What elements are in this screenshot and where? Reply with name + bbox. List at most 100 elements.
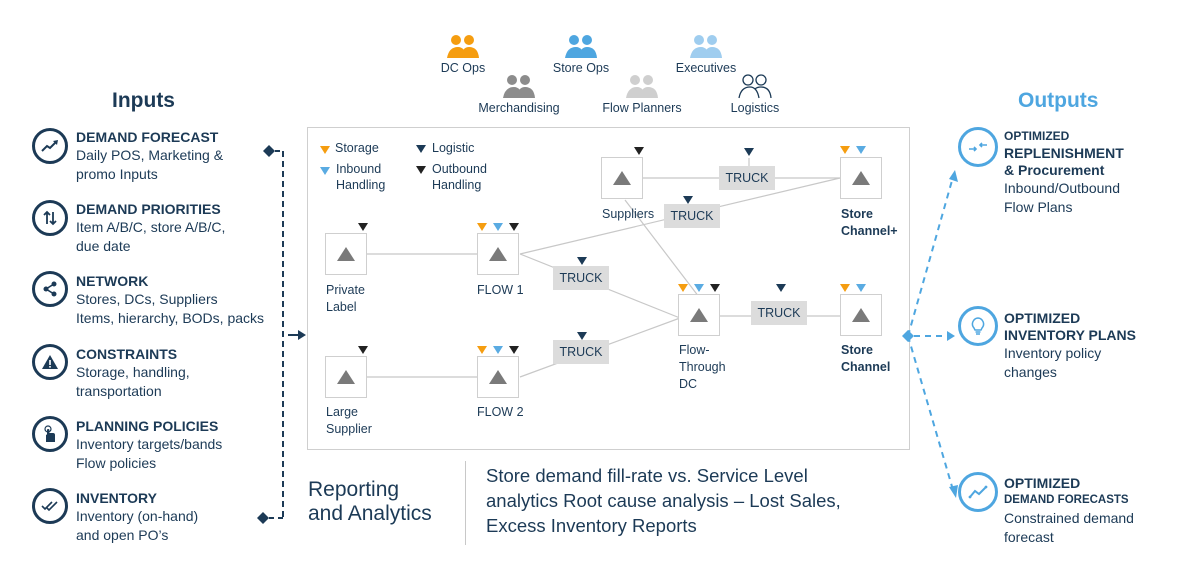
outputs-connector <box>902 170 958 498</box>
lightbulb-icon <box>971 317 985 335</box>
output-desc: forecast <box>1004 529 1054 545</box>
output-icon-replenishment <box>958 127 998 167</box>
outbound-marker <box>358 346 368 354</box>
outbound-marker <box>509 346 519 354</box>
inbound-marker <box>493 346 503 354</box>
reporting-title: Reporting and Analytics <box>308 478 432 526</box>
label-line: Supplier <box>326 422 372 436</box>
output-desc: Flow Plans <box>1004 199 1073 215</box>
output-desc: changes <box>1004 364 1057 380</box>
logistic-marker <box>776 284 786 292</box>
logistic-marker <box>683 196 693 204</box>
node-triangle-icon <box>690 308 708 322</box>
reporting-line: Store demand fill-rate vs. Service Level <box>486 465 808 486</box>
logistic-marker <box>577 257 587 265</box>
output-icon-demand-forecasts <box>958 472 998 512</box>
outbound-marker <box>710 284 720 292</box>
node-triangle-icon <box>489 247 507 261</box>
arrow-right-icon <box>947 331 955 341</box>
legend-storage-marker <box>320 146 330 154</box>
node-label-suppliers: Suppliers <box>602 207 655 221</box>
output-desc: Inbound/Outbound <box>1004 180 1120 196</box>
node-triangle-icon <box>337 247 355 261</box>
output-demand-forecasts: OPTIMIZED DEMAND FORECASTS Constrained d… <box>1004 475 1134 547</box>
node-flow1[interactable] <box>477 233 519 275</box>
node-store-channel-plus[interactable] <box>840 157 882 199</box>
trend-line-icon <box>968 485 988 499</box>
truck-flow2-fdc[interactable]: TRUCK <box>553 340 609 364</box>
reporting-title-line2: and Analytics <box>308 502 432 525</box>
storage-marker <box>840 146 850 154</box>
node-flow2[interactable] <box>477 356 519 398</box>
node-label-flow2: FLOW 2 <box>477 405 524 419</box>
output-replenishment: OPTIMIZED REPLENISHMENT & Procurement In… <box>1004 128 1124 217</box>
outbound-marker <box>358 223 368 231</box>
reporting-description: Store demand fill-rate vs. Service Level… <box>486 463 841 538</box>
node-triangle-icon <box>613 171 631 185</box>
outbound-marker <box>634 147 644 155</box>
label-line: Private <box>326 283 365 297</box>
inbound-marker <box>856 146 866 154</box>
output-desc: Constrained demand <box>1004 510 1134 526</box>
outputs-heading: Outputs <box>1018 89 1099 112</box>
node-flow-through-dc[interactable] <box>678 294 720 336</box>
legend-outbound-line2: Handling <box>432 178 482 192</box>
output-icon-inventory-plans <box>958 306 998 346</box>
inbound-marker <box>856 284 866 292</box>
storage-marker <box>477 346 487 354</box>
node-large-supplier[interactable] <box>325 356 367 398</box>
label-line: Through <box>679 360 726 374</box>
truck-flow1-fdc[interactable]: TRUCK <box>553 266 609 290</box>
truck-flow1-store-channel-plus[interactable]: TRUCK <box>664 204 720 228</box>
label-line: Channel+ <box>841 224 898 238</box>
legend-inbound-line2: Handling <box>336 178 386 192</box>
logistic-marker <box>744 148 754 156</box>
legend-inbound-label: Inbound Handling <box>336 161 385 193</box>
node-label-large-supplier: Large Supplier <box>326 404 372 438</box>
legend-inbound-marker <box>320 167 330 175</box>
legend-logistic-marker <box>416 145 426 153</box>
reporting-title-line1: Reporting <box>308 478 400 501</box>
arrow-down-right-icon <box>949 485 958 498</box>
label-line: Large <box>326 405 358 419</box>
node-label-private-label: Private Label <box>326 282 365 316</box>
arrows-converge-icon <box>969 142 987 152</box>
output-inventory-plans: OPTIMIZED INVENTORY PLANS Inventory poli… <box>1004 310 1136 382</box>
node-label-flow-through-dc: Flow- Through DC <box>679 342 726 393</box>
arrow-up-right-icon <box>949 170 958 182</box>
output-title: OPTIMIZED <box>1004 310 1081 326</box>
label-line: Flow- <box>679 343 710 357</box>
node-triangle-icon <box>852 171 870 185</box>
reporting-divider <box>465 461 466 545</box>
node-label-store-channel-plus: Store Channel+ <box>841 206 898 240</box>
truck-fdc-store-channel[interactable]: TRUCK <box>751 301 807 325</box>
node-store-channel[interactable] <box>840 294 882 336</box>
label-line: Store <box>841 343 873 357</box>
reporting-line: analytics Root cause analysis – Lost Sal… <box>486 490 841 511</box>
legend-outbound-marker <box>416 166 426 174</box>
inbound-marker <box>493 223 503 231</box>
output-title: INVENTORY PLANS <box>1004 327 1136 343</box>
legend-logistic-label: Logistic <box>432 141 475 155</box>
output-title: REPLENISHMENT <box>1004 145 1124 161</box>
node-suppliers[interactable] <box>601 157 643 199</box>
label-line: Store <box>841 207 873 221</box>
reporting-line: Excess Inventory Reports <box>486 515 697 536</box>
legend-outbound-line1: Outbound <box>432 162 487 176</box>
node-label-flow1: FLOW 1 <box>477 283 524 297</box>
legend-outbound-label: Outbound Handling <box>432 161 487 193</box>
output-title: OPTIMIZED <box>1004 475 1081 491</box>
node-triangle-icon <box>337 370 355 384</box>
node-triangle-icon <box>489 370 507 384</box>
node-private-label[interactable] <box>325 233 367 275</box>
storage-marker <box>678 284 688 292</box>
label-line: Label <box>326 300 357 314</box>
legend-inbound-line1: Inbound <box>336 162 382 176</box>
storage-marker <box>840 284 850 292</box>
node-triangle-icon <box>852 308 870 322</box>
truck-suppliers-store-channel-plus[interactable]: TRUCK <box>719 166 775 190</box>
label-line: Channel <box>841 360 891 374</box>
label-line: DC <box>679 377 698 391</box>
output-title: DEMAND FORECASTS <box>1004 494 1129 506</box>
node-label-store-channel: Store Channel <box>841 342 890 376</box>
